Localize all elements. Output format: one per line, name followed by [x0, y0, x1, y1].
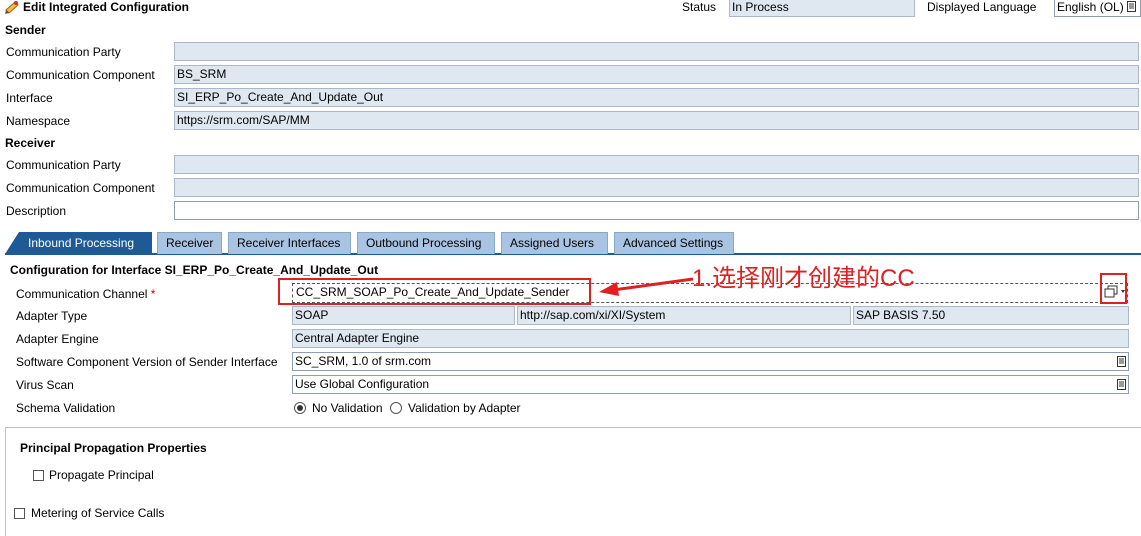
- receiver-component-label: Communication Component: [6, 181, 155, 195]
- radio-no-validation-label: No Validation: [312, 401, 383, 415]
- swcv-label: Software Component Version of Sender Int…: [16, 355, 278, 369]
- metering-label: Metering of Service Calls: [31, 506, 165, 520]
- sender-party-label: Communication Party: [6, 45, 121, 59]
- schema-validation-label: Schema Validation: [16, 401, 116, 415]
- propagate-principal-label: Propagate Principal: [49, 468, 154, 482]
- annotation-arrow: [599, 277, 694, 296]
- virus-scan-value: Use Global Configuration: [295, 377, 430, 391]
- radio-validation-by-adapter[interactable]: [390, 402, 402, 414]
- copy-icon: [1104, 285, 1125, 298]
- status-field: In Process: [729, 0, 915, 17]
- adapter-type-label: Adapter Type: [16, 309, 88, 323]
- principal-heading: Principal Propagation Properties: [20, 441, 207, 455]
- tab-left-notch: [5, 232, 19, 254]
- adapter-namespace-field: http://sap.com/xi/XI/System: [517, 306, 851, 325]
- adapter-type-field: SOAP: [292, 306, 515, 325]
- metering-checkbox[interactable]: [14, 508, 25, 519]
- tab-outbound-processing[interactable]: Outbound Processing: [357, 232, 495, 254]
- sender-namespace-field[interactable]: https://srm.com/SAP/MM: [174, 111, 1139, 130]
- language-value: English (OL): [1057, 0, 1124, 14]
- swcv-dropdown-icon[interactable]: [1116, 356, 1127, 367]
- tab-assigned-users[interactable]: Assigned Users: [501, 232, 608, 254]
- description-label: Description: [6, 204, 67, 218]
- sender-interface-label: Interface: [6, 91, 53, 105]
- adapter-engine-field: Central Adapter Engine: [292, 329, 1129, 348]
- description-field[interactable]: [174, 201, 1139, 220]
- sender-component-field[interactable]: BS_SRM: [174, 65, 1139, 84]
- edit-icon: [5, 0, 21, 14]
- receiver-party-field[interactable]: [174, 155, 1139, 174]
- sender-interface-field[interactable]: SI_ERP_Po_Create_And_Update_Out: [174, 88, 1139, 107]
- tab-advanced-settings[interactable]: Advanced Settings: [614, 232, 734, 254]
- adapter-swc-field: SAP BASIS 7.50: [853, 306, 1129, 325]
- sender-party-field[interactable]: [174, 42, 1139, 61]
- required-mark: *: [150, 287, 156, 301]
- receiver-component-field[interactable]: [174, 178, 1139, 197]
- swcv-value: SC_SRM, 1.0 of srm.com: [295, 354, 432, 368]
- sender-namespace-label: Namespace: [6, 114, 71, 128]
- virus-scan-select[interactable]: Use Global Configuration: [292, 375, 1129, 394]
- page-title: Edit Integrated Configuration: [23, 0, 189, 14]
- annotation-text: 1.选择刚才创建的CC: [692, 265, 915, 292]
- channel-label: Communication Channel *: [16, 287, 155, 301]
- channel-label-text: Communication Channel: [16, 287, 148, 301]
- panel-left-border: [5, 428, 6, 536]
- propagate-principal-checkbox[interactable]: [33, 470, 44, 481]
- language-label: Displayed Language: [927, 0, 1037, 14]
- channel-value-highlight: [278, 278, 591, 305]
- radio-no-validation[interactable]: [294, 402, 306, 414]
- tab-inbound-processing[interactable]: Inbound Processing: [19, 232, 152, 254]
- language-dropdown-icon[interactable]: [1126, 1, 1137, 12]
- radio-validation-by-adapter-label: Validation by Adapter: [408, 401, 521, 415]
- receiver-heading: Receiver: [5, 136, 56, 150]
- status-label: Status: [682, 0, 717, 14]
- virus-scan-dropdown-icon[interactable]: [1116, 379, 1127, 390]
- receiver-party-label: Communication Party: [6, 158, 121, 172]
- tab-receiver[interactable]: Receiver: [157, 232, 222, 254]
- sender-component-label: Communication Component: [6, 68, 155, 82]
- swcv-select[interactable]: SC_SRM, 1.0 of srm.com: [292, 352, 1129, 371]
- config-heading: Configuration for Interface SI_ERP_Po_Cr…: [10, 263, 379, 277]
- virus-scan-label: Virus Scan: [16, 378, 74, 392]
- sender-heading: Sender: [5, 23, 46, 37]
- value-help-button[interactable]: [1100, 273, 1127, 304]
- tab-receiver-interfaces[interactable]: Receiver Interfaces: [228, 232, 351, 254]
- adapter-engine-label: Adapter Engine: [16, 332, 99, 346]
- section-divider: [5, 427, 1141, 428]
